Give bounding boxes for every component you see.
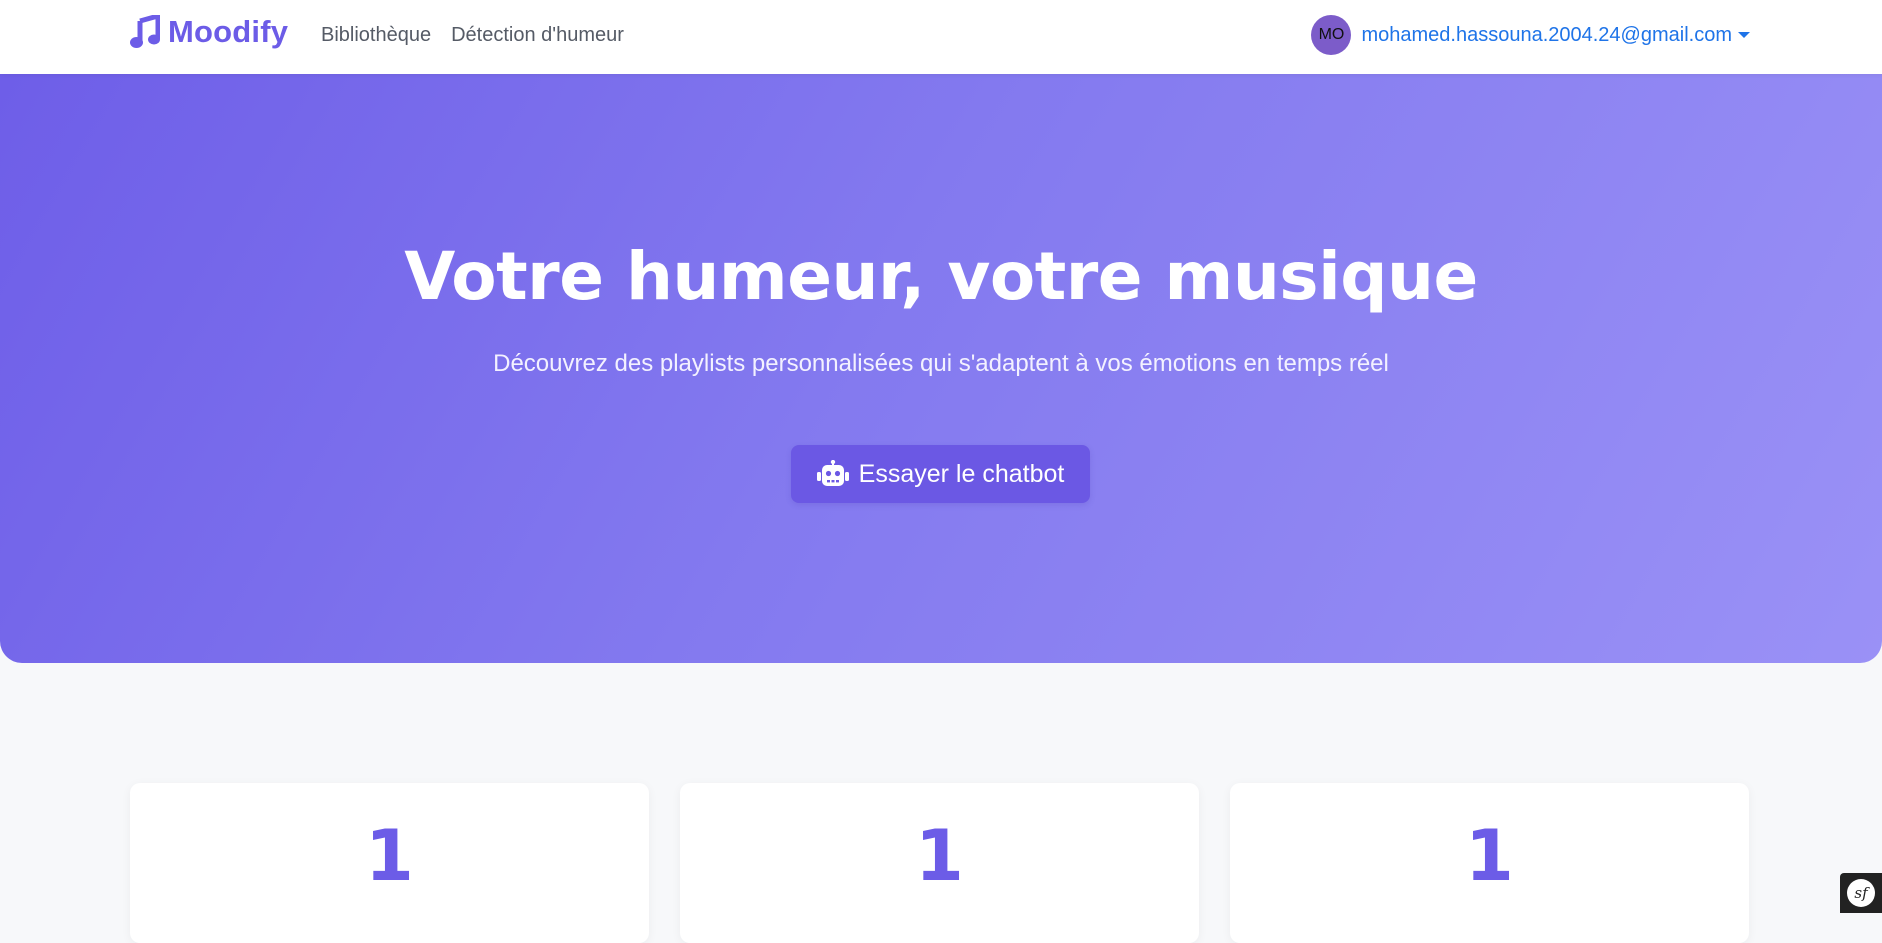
robot-icon: [816, 460, 849, 486]
stat-card: 1: [680, 783, 1199, 943]
hero-title: Votre humeur, votre musique: [404, 238, 1478, 315]
nav-link-detection-humeur[interactable]: Détection d'humeur: [451, 24, 624, 47]
caret-down-icon: [1738, 32, 1750, 38]
symfony-logo-icon: sf: [1847, 879, 1875, 907]
stat-value: 1: [365, 815, 414, 897]
symfony-toolbar-toggle[interactable]: sf: [1840, 873, 1882, 913]
stat-value: 1: [1465, 815, 1514, 897]
try-chatbot-label: Essayer le chatbot: [858, 459, 1065, 488]
music-note-icon: [130, 15, 160, 48]
nav-link-bibliotheque[interactable]: Bibliothèque: [321, 24, 431, 47]
stats-section: 1 1 1: [130, 783, 1750, 943]
user-email: mohamed.hassouna.2004.24@gmail.com: [1361, 23, 1732, 46]
avatar: MO: [1311, 15, 1352, 55]
stat-card: 1: [130, 783, 649, 943]
main-nav: Bibliothèque Détection d'humeur: [321, 24, 624, 47]
stat-value: 1: [915, 815, 964, 897]
navbar: Moodify Bibliothèque Détection d'humeur …: [0, 0, 1882, 74]
brand-name: Moodify: [168, 14, 289, 49]
user-menu-dropdown[interactable]: MO mohamed.hassouna.2004.24@gmail.com: [1311, 15, 1750, 55]
hero-section: Votre humeur, votre musique Découvrez de…: [0, 74, 1882, 663]
brand-logo-link[interactable]: Moodify: [130, 14, 288, 50]
try-chatbot-button[interactable]: Essayer le chatbot: [791, 445, 1090, 503]
stat-card: 1: [1230, 783, 1749, 943]
hero-subtitle: Découvrez des playlists personnalisées q…: [493, 350, 1389, 377]
